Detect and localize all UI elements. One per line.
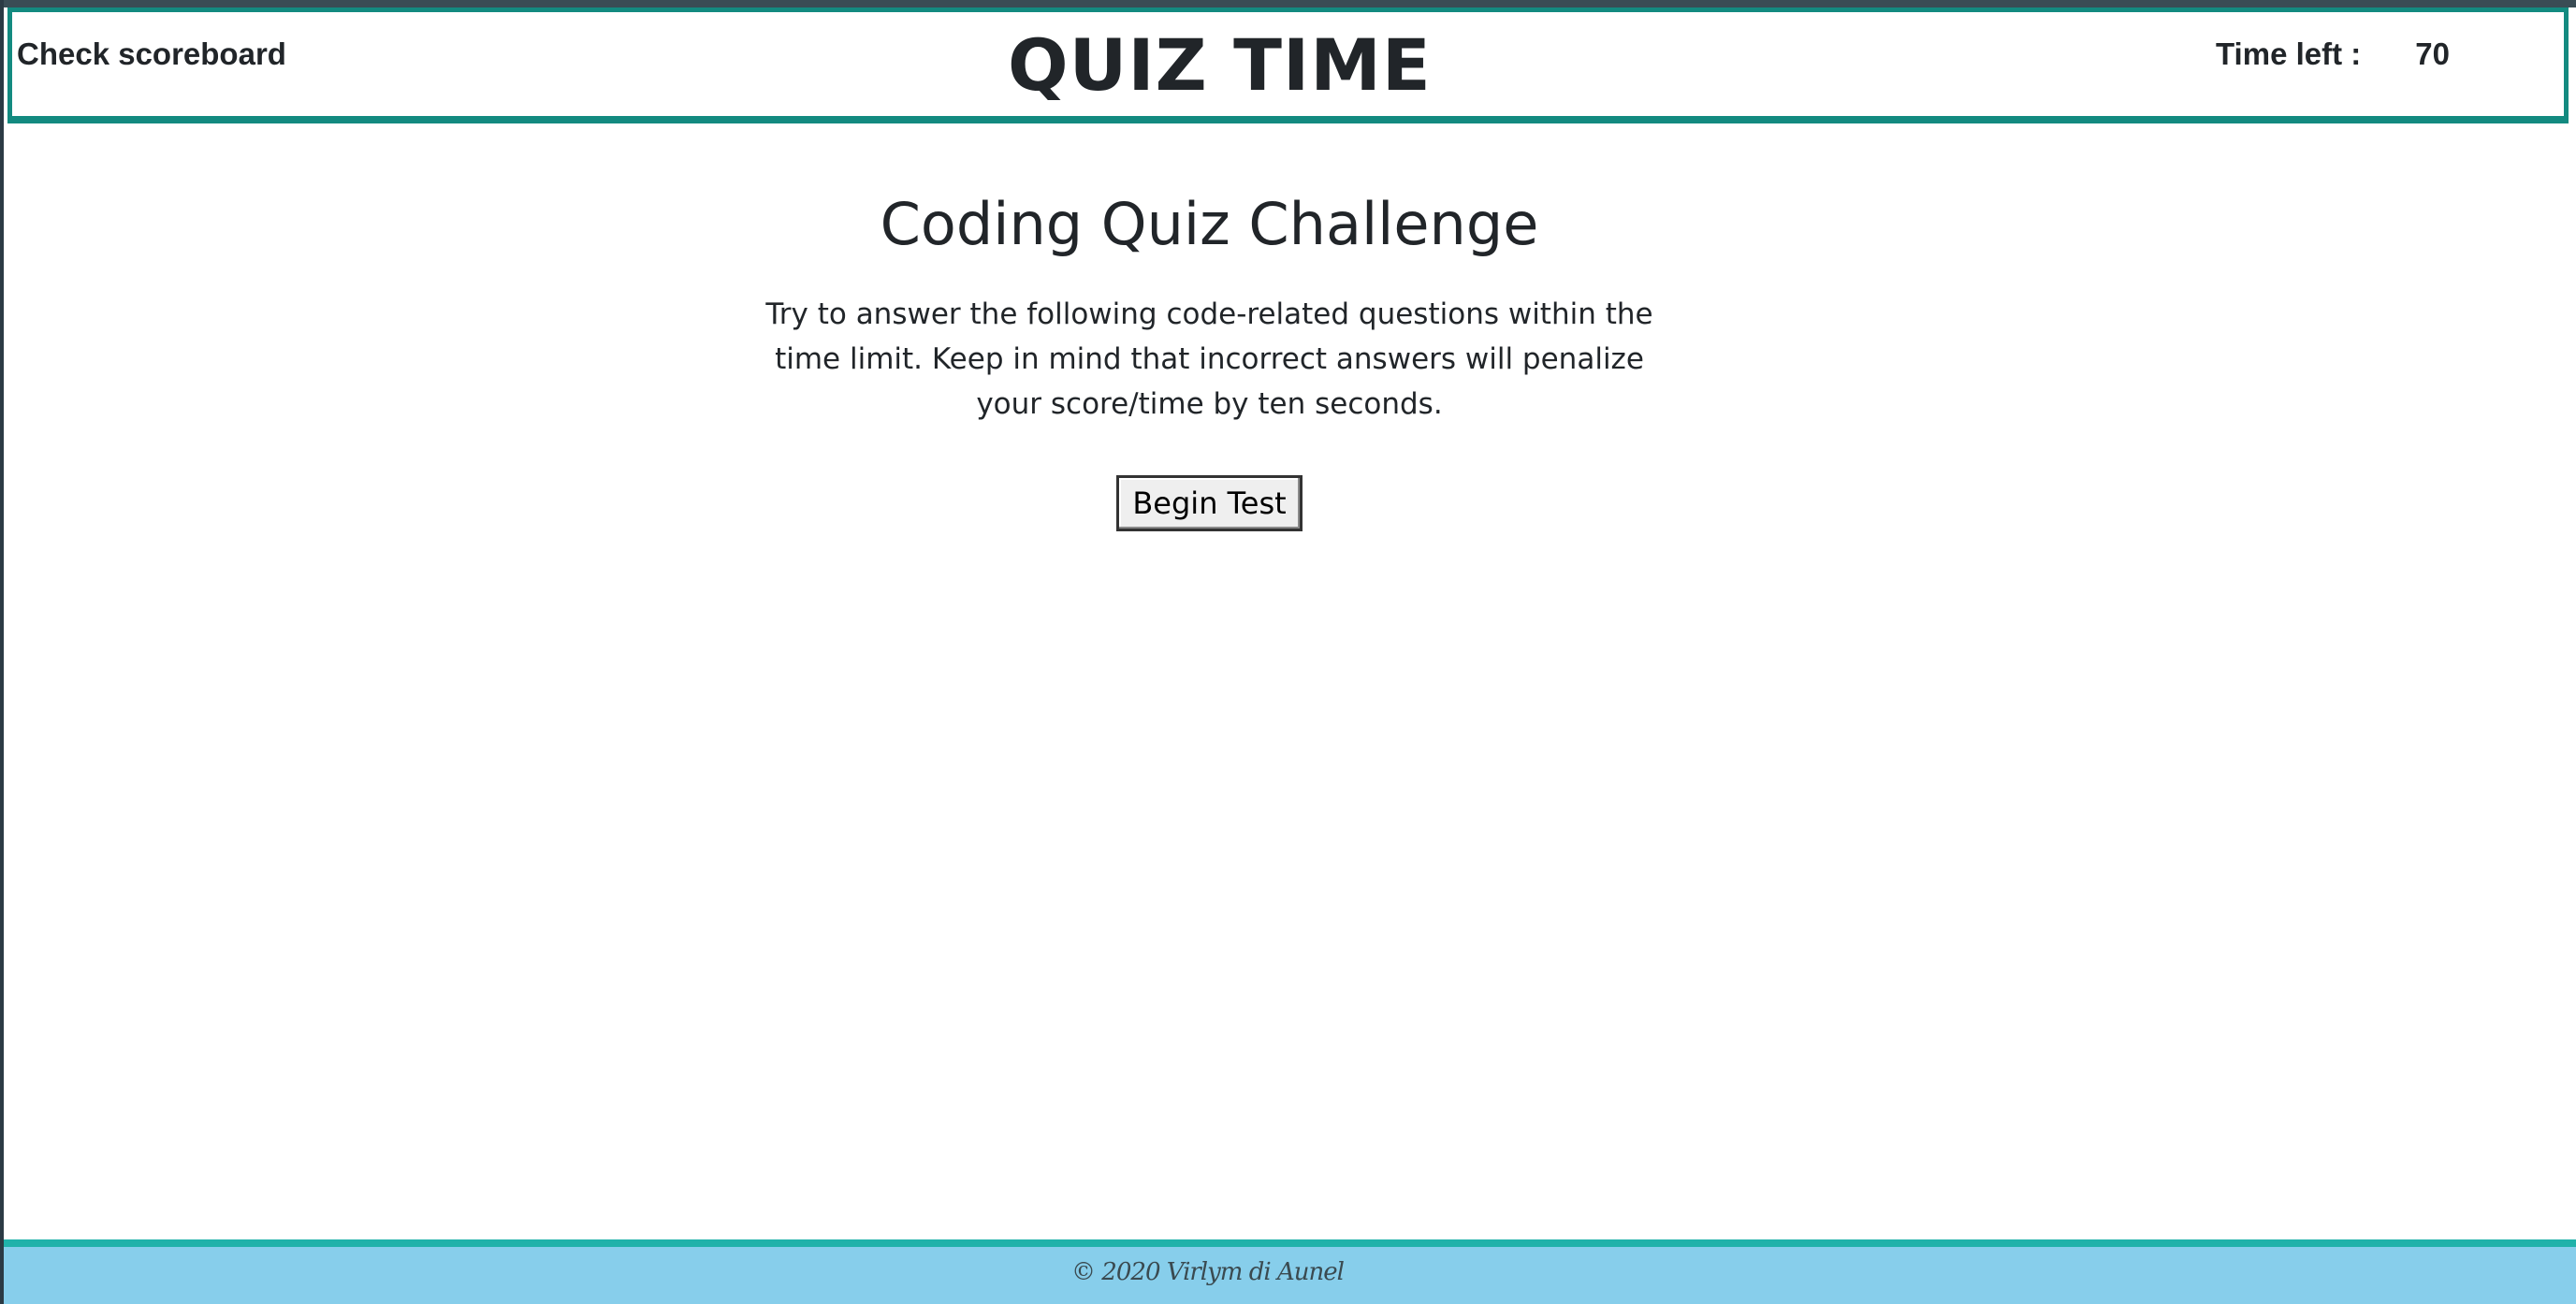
copyright-text: © 2020 Virlym di Aunel xyxy=(1071,1258,1345,1286)
timer-label: Time left : xyxy=(2216,36,2362,71)
check-scoreboard-link[interactable]: Check scoreboard xyxy=(17,36,286,72)
timer: Time left : 70 xyxy=(2216,36,2450,72)
page-header: Check scoreboard QUIZ TIME Time left : 70 xyxy=(7,7,2569,123)
page-footer: © 2020 Virlym di Aunel xyxy=(4,1239,2576,1304)
page-title: QUIZ TIME xyxy=(1008,23,1432,107)
quiz-instructions: Try to answer the following code-related… xyxy=(765,297,1653,421)
timer-value: 70 xyxy=(2415,36,2450,71)
window-top-frame xyxy=(0,0,2576,7)
quiz-heading: Coding Quiz Challenge xyxy=(880,190,1539,258)
quiz-intro-section: Coding Quiz Challenge Try to answer the … xyxy=(0,187,2419,531)
begin-test-button[interactable]: Begin Test xyxy=(1116,475,1303,531)
